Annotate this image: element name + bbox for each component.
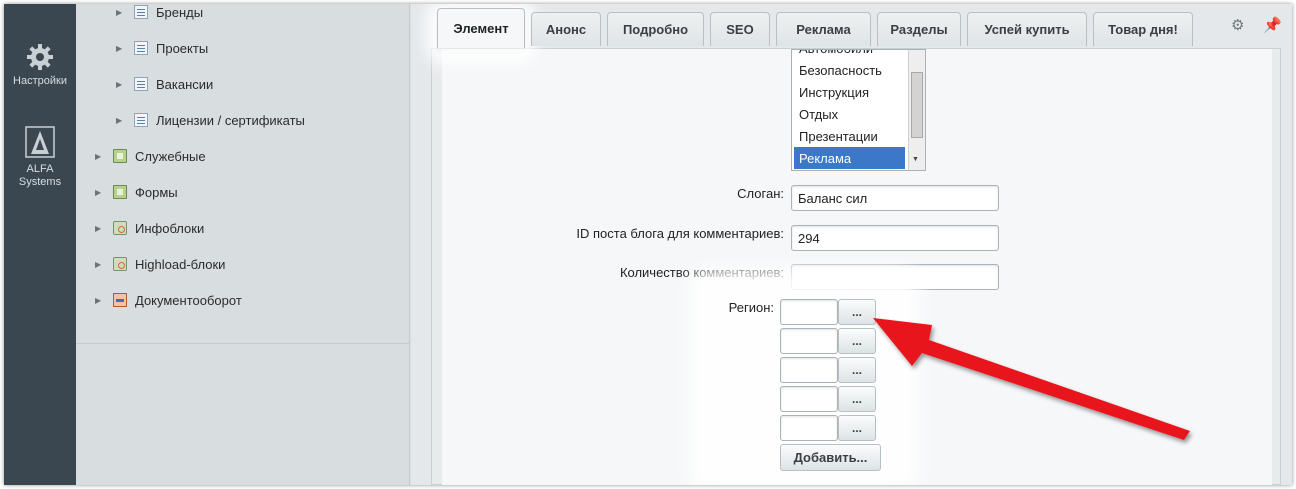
tab-announce[interactable]: Анонс (531, 12, 601, 46)
tab-details[interactable]: Подробно (607, 12, 704, 46)
expand-arrow-icon[interactable]: ▶ (95, 260, 105, 269)
scroll-down-icon[interactable]: ▼ (912, 156, 919, 163)
settings-label: Настройки (13, 75, 67, 87)
tab-seo[interactable]: SEO (710, 12, 770, 46)
tab-hurry-buy[interactable]: Успей купить (967, 12, 1087, 46)
listbox-scrollbar[interactable]: ▼ (908, 50, 925, 170)
alfa-systems-nav[interactable]: ALFA Systems (4, 126, 76, 189)
expand-arrow-icon[interactable]: ▶ (116, 8, 126, 17)
settings-gear-icon[interactable]: ⚙ (1231, 16, 1244, 34)
app-sidebar: Настройки ALFA Systems (4, 4, 76, 485)
list-item[interactable]: Автомобили (794, 50, 905, 59)
list-item[interactable]: Инструкция (794, 81, 905, 103)
scrollbar-thumb[interactable] (911, 72, 923, 138)
list-item[interactable]: Презентации (794, 125, 905, 147)
pin-icon[interactable]: 📌 (1263, 16, 1282, 34)
folder-icon (113, 185, 127, 199)
tree-item-highload[interactable]: ▶ Highload-блоки (95, 254, 225, 274)
alfa-label-1: ALFA (26, 163, 54, 175)
slogan-input[interactable]: Баланс сил (791, 185, 999, 211)
region-select-button-2[interactable]: ... (838, 328, 876, 354)
list-item[interactable]: Безопасность (794, 59, 905, 81)
expand-arrow-icon[interactable]: ▶ (116, 116, 126, 125)
tab-product-of-day[interactable]: Товар дня! (1093, 12, 1193, 46)
window: Настройки ALFA Systems ▶ Бренды ▶ Проект… (4, 4, 1292, 485)
tree-item-label: Служебные (135, 148, 206, 164)
list-icon (134, 113, 148, 127)
add-region-button[interactable]: Добавить... (780, 444, 881, 471)
expand-arrow-icon[interactable]: ▶ (95, 188, 105, 197)
tree-item-infoblocks[interactable]: ▶ Инфоблоки (95, 218, 204, 238)
tab-element[interactable]: Элемент (437, 8, 525, 48)
region-input-4[interactable] (780, 386, 838, 412)
gear-icon (27, 44, 53, 70)
tree-item-label: Проекты (156, 40, 209, 56)
region-input-5[interactable] (780, 415, 838, 441)
tree-item-label: Бренды (156, 4, 204, 20)
expand-arrow-icon[interactable]: ▶ (95, 224, 105, 233)
region-select-button-4[interactable]: ... (838, 386, 876, 412)
expand-arrow-icon[interactable]: ▶ (95, 296, 105, 305)
tree-item-vacancies[interactable]: ▶ Вакансии (116, 74, 213, 94)
region-input-1[interactable] (780, 299, 838, 325)
slogan-label: Слоган: (737, 186, 784, 201)
tree-item-label: Лицензии / сертификаты (156, 112, 305, 128)
list-icon (134, 77, 148, 91)
alfa-label-2: Systems (18, 176, 62, 188)
tree-item-docflow[interactable]: ▶ Документооборот (95, 290, 242, 310)
tree-item-projects[interactable]: ▶ Проекты (116, 38, 208, 58)
folder-icon (113, 149, 127, 163)
list-icon (134, 5, 148, 19)
tree-panel: ▶ Бренды ▶ Проекты ▶ Вакансии ▶ Лицензии… (76, 4, 410, 485)
tree-divider (76, 343, 409, 344)
blog-id-label: ID поста блога для комментариев: (576, 226, 784, 241)
tree-item-forms[interactable]: ▶ Формы (95, 182, 178, 202)
tab-ads[interactable]: Реклама (776, 12, 871, 46)
region-input-2[interactable] (780, 328, 838, 354)
region-label: Регион: (728, 300, 774, 315)
region-select-button-5[interactable]: ... (838, 415, 876, 441)
region-select-button-1[interactable]: ... (838, 299, 876, 325)
region-input-3[interactable] (780, 357, 838, 383)
list-icon (134, 41, 148, 55)
expand-arrow-icon[interactable]: ▶ (116, 44, 126, 53)
blog-id-input[interactable]: 294 (791, 225, 999, 251)
tree-item-label: Вакансии (156, 76, 214, 92)
list-item[interactable]: Отдых (794, 103, 905, 125)
tab-sections[interactable]: Разделы (877, 12, 961, 46)
tree-item-licenses[interactable]: ▶ Лицензии / сертификаты (116, 110, 305, 130)
document-icon (113, 293, 127, 307)
settings-nav[interactable]: Настройки (4, 42, 76, 88)
sections-listbox[interactable]: Автомобили Безопасность Инструкция Отдых… (791, 49, 926, 171)
region-select-button-3[interactable]: ... (838, 357, 876, 383)
tree-item-label: Инфоблоки (135, 220, 205, 236)
gear-folder-icon (113, 257, 127, 271)
tree-item-label: Документооборот (135, 292, 242, 308)
tree-item-label: Формы (135, 184, 178, 200)
tree-item-brands[interactable]: ▶ Бренды (116, 4, 203, 22)
list-item-selected[interactable]: Реклама (794, 147, 905, 169)
gear-folder-icon (113, 221, 127, 235)
expand-arrow-icon[interactable]: ▶ (95, 152, 105, 161)
tree-item-label: Highload-блоки (135, 256, 226, 272)
tree-item-service[interactable]: ▶ Служебные (95, 146, 206, 166)
alfa-logo-icon (25, 126, 55, 158)
comments-count-label: Количество комментариев: (619, 265, 784, 280)
expand-arrow-icon[interactable]: ▶ (116, 80, 126, 89)
